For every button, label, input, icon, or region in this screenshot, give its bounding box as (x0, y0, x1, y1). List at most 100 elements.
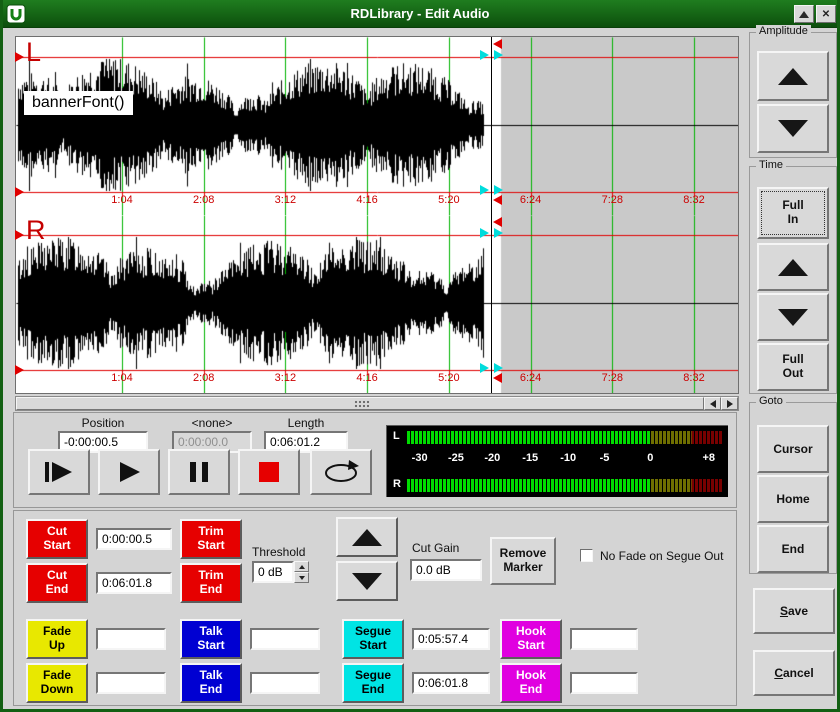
length-label: Length (264, 416, 348, 430)
no-fade-checkbox[interactable] (580, 549, 593, 562)
fade-up-field[interactable] (96, 628, 166, 650)
cut-end-marker[interactable] (494, 228, 503, 238)
scroll-right-button[interactable] (721, 397, 738, 410)
waveform-scrollbar[interactable] (15, 396, 739, 411)
scroll-left-button[interactable] (704, 397, 721, 410)
goto-cursor-button[interactable]: Cursor (757, 425, 829, 473)
waveform-time-label: 4:16 (356, 372, 377, 384)
cut-end-button[interactable]: Cut End (26, 563, 88, 603)
left-waveform-canvas[interactable] (16, 37, 738, 215)
pause-button[interactable] (168, 449, 230, 495)
trim-start-button[interactable]: Trim Start (180, 519, 242, 559)
time-full-in-button[interactable]: Full In (757, 187, 829, 239)
gain-up-icon (352, 529, 382, 546)
waveform-time-label: 3:12 (275, 194, 296, 206)
meter-scale-number: 0 (647, 452, 653, 464)
start-marker[interactable] (15, 230, 24, 240)
waveform-time-label: 5:20 (438, 194, 459, 206)
time-full-out-button[interactable]: Full Out (757, 343, 829, 391)
amplitude-down-button[interactable] (757, 104, 829, 153)
hook-end-button[interactable]: Hook End (500, 663, 562, 703)
fade-up-button[interactable]: Fade Up (26, 619, 88, 659)
cut-end-marker[interactable] (493, 217, 502, 227)
meter-scale-number: -15 (522, 452, 538, 464)
meter-left-strip (407, 431, 723, 444)
cut-end-marker[interactable] (493, 39, 502, 49)
amplitude-group: Amplitude (749, 32, 837, 158)
talk-start-button[interactable]: Talk Start (180, 619, 242, 659)
time-zoom-out-button[interactable] (757, 293, 829, 341)
meter-scale-number: +8 (702, 452, 715, 464)
segue-end-button[interactable]: Segue End (342, 663, 404, 703)
goto-end-button[interactable]: End (757, 525, 829, 573)
cut-end-marker[interactable] (493, 373, 502, 383)
hook-start-button[interactable]: Hook Start (500, 619, 562, 659)
cut-start-field[interactable]: 0:00:00.5 (96, 528, 172, 550)
segue-start-button[interactable]: Segue Start (342, 619, 404, 659)
goto-home-button[interactable]: Home (757, 475, 829, 523)
play-button[interactable] (98, 449, 160, 495)
window-titlebar[interactable]: RDLibrary - Edit Audio ✕ (0, 0, 840, 28)
cut-end-field[interactable]: 0:06:01.8 (96, 572, 172, 594)
right-waveform-canvas[interactable] (16, 215, 738, 393)
segue-start-marker[interactable] (480, 50, 489, 60)
threshold-spin-up-button[interactable] (294, 561, 309, 572)
cut-end-marker[interactable] (494, 50, 503, 60)
cut-end-marker[interactable] (494, 185, 503, 195)
cancel-button[interactable]: Cancel (753, 650, 835, 696)
amplitude-group-label: Amplitude (756, 25, 811, 37)
left-channel-label: L (26, 37, 41, 68)
loop-icon (319, 459, 363, 485)
segue-start-field[interactable]: 0:05:57.4 (412, 628, 490, 650)
start-marker[interactable] (15, 187, 24, 197)
talk-end-field[interactable] (250, 672, 320, 694)
close-window-button[interactable]: ✕ (816, 5, 836, 23)
segue-start-marker[interactable] (480, 185, 489, 195)
amplitude-up-button[interactable] (757, 51, 829, 101)
scrollbar-thumb[interactable] (16, 397, 704, 410)
shade-window-button[interactable] (794, 5, 814, 23)
segue-start-marker[interactable] (480, 363, 489, 373)
waveform-time-label: 1:04 (111, 194, 132, 206)
cut-end-marker[interactable] (494, 363, 503, 373)
remove-marker-button[interactable]: Remove Marker (490, 537, 556, 585)
gain-up-button[interactable] (336, 517, 398, 557)
loop-button[interactable] (310, 449, 372, 495)
threshold-field[interactable]: 0 dB (252, 561, 294, 583)
spin-down-icon (299, 576, 305, 580)
cut-end-marker[interactable] (493, 195, 502, 205)
save-button[interactable]: Save (753, 588, 835, 634)
fade-down-button[interactable]: Fade Down (26, 663, 88, 703)
segue-end-field[interactable]: 0:06:01.8 (412, 672, 490, 694)
threshold-spin-down-button[interactable] (294, 572, 309, 583)
meter-scale-number: -30 (412, 452, 428, 464)
scroll-right-icon (727, 400, 733, 408)
cut-gain-field[interactable]: 0.0 dB (410, 559, 482, 581)
talk-end-button[interactable]: Talk End (180, 663, 242, 703)
talk-start-field[interactable] (250, 628, 320, 650)
hook-start-field[interactable] (570, 628, 638, 650)
waveform-panel[interactable]: L bannerFont() 1:042:083:124:165:206:247… (15, 36, 739, 394)
play-cursor[interactable] (491, 37, 492, 393)
stop-button[interactable] (238, 449, 300, 495)
meter-left-label: L (393, 430, 400, 442)
threshold-label: Threshold (252, 545, 305, 559)
fade-down-field[interactable] (96, 672, 166, 694)
segue-start-marker[interactable] (480, 228, 489, 238)
waveform-time-label: 8:32 (683, 372, 704, 384)
play-from-start-button[interactable] (28, 449, 90, 495)
time-zoom-in-button[interactable] (757, 243, 829, 291)
gain-down-button[interactable] (336, 561, 398, 601)
marker-name-label: <none> (172, 416, 252, 430)
waveform-right-channel[interactable]: R 1:042:083:124:165:206:247:288:32 (16, 215, 738, 393)
spin-up-icon (299, 565, 305, 569)
start-marker[interactable] (15, 52, 24, 62)
waveform-left-channel[interactable]: L bannerFont() 1:042:083:124:165:206:247… (16, 37, 738, 215)
close-icon: ✕ (822, 9, 830, 20)
trim-end-button[interactable]: Trim End (180, 563, 242, 603)
start-marker[interactable] (15, 365, 24, 375)
waveform-time-label: 6:24 (520, 194, 541, 206)
cut-start-button[interactable]: Cut Start (26, 519, 88, 559)
hook-end-field[interactable] (570, 672, 638, 694)
transport-section: Position -0:00:00.5 <none> 0:00:00.0 Len… (13, 412, 737, 508)
